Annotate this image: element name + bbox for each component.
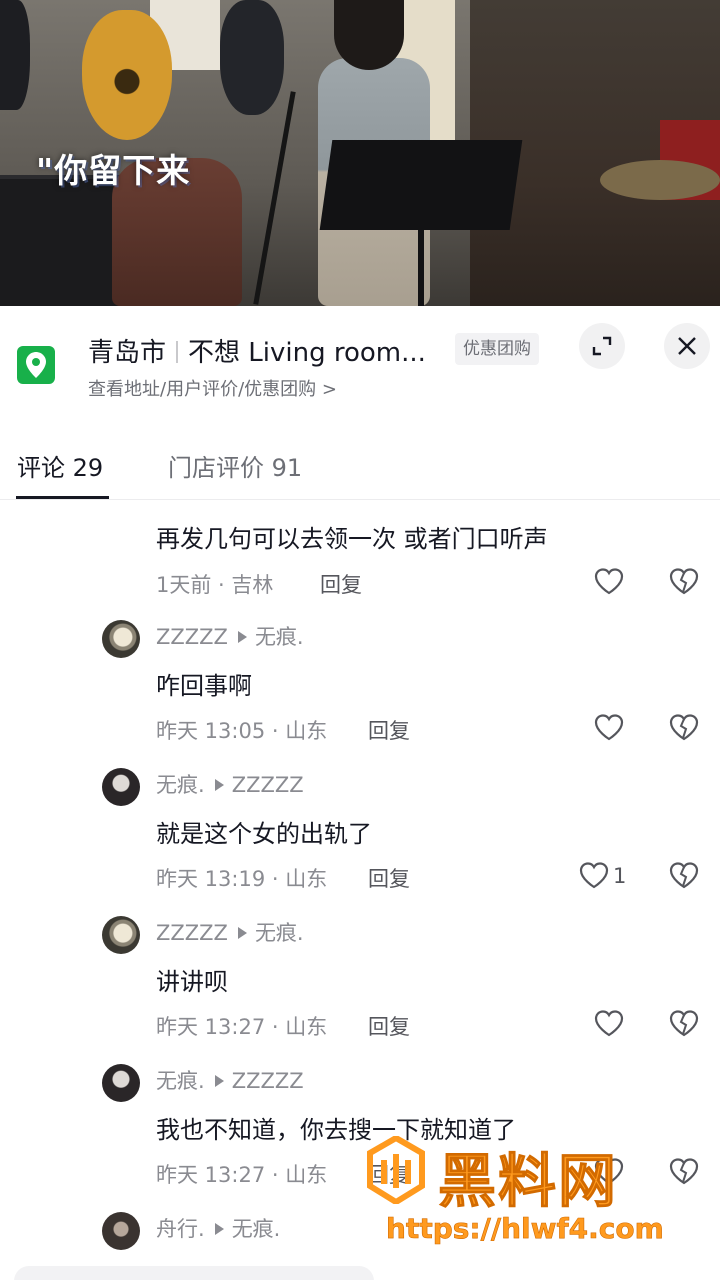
video-player[interactable]: "你留下来	[0, 0, 720, 306]
reply-arrow-icon	[214, 1075, 224, 1087]
broken-heart-icon	[669, 714, 699, 741]
expand-button[interactable]	[579, 323, 625, 369]
author-name: 无痕.	[156, 773, 205, 797]
like-button[interactable]	[593, 1008, 653, 1042]
comment-author[interactable]: 无痕. ZZZZZ	[156, 1065, 304, 1095]
avatar[interactable]	[102, 1064, 140, 1102]
watermark-name: 黑料网	[437, 1147, 619, 1216]
poi-subtitle-link[interactable]: 查看地址/用户评价/优惠团购 >	[88, 375, 337, 401]
location-pin-icon	[17, 346, 55, 384]
broken-heart-icon	[669, 1010, 699, 1037]
heart-icon	[594, 714, 624, 741]
comment-author[interactable]: 舟行. 无痕.	[156, 1213, 280, 1243]
avatar[interactable]	[102, 620, 140, 658]
comment-meta: 昨天 13:05 · 山东	[156, 719, 328, 743]
tab-comments[interactable]: 评论 29	[17, 448, 103, 483]
comment-meta: 1天前 · 吉林	[156, 573, 274, 597]
heart-icon	[594, 1010, 624, 1037]
heart-icon	[579, 862, 609, 889]
comment-meta: 昨天 13:19 · 山东	[156, 867, 328, 891]
active-tab-indicator	[16, 496, 109, 499]
like-button[interactable]: 1	[578, 860, 638, 894]
poi-title[interactable]: 青岛市 不想 Living room...	[88, 332, 426, 369]
poi-header[interactable]: 青岛市 不想 Living room... 优惠团购 查看地址/用户评价/优惠团购…	[0, 306, 720, 406]
like-count: 1	[613, 864, 627, 888]
heart-icon	[594, 568, 624, 595]
music-stand	[319, 140, 523, 230]
avatar[interactable]	[102, 768, 140, 806]
reply-arrow-icon	[237, 631, 247, 643]
lyric-subtitle: "你留下来	[36, 151, 191, 190]
comment-author[interactable]: ZZZZZ 无痕.	[156, 917, 304, 947]
watermark-url: https://hlwf4.com	[386, 1212, 664, 1246]
tab-bar: 评论 29 门店评价 91	[0, 436, 720, 500]
reply-button[interactable]: 回复	[368, 715, 410, 745]
comment-text: 讲讲呗	[156, 968, 228, 996]
like-button[interactable]	[593, 712, 653, 746]
reply-to-name: ZZZZZ	[231, 773, 304, 797]
bass-guitar	[220, 0, 284, 115]
poi-shop-name: 不想 Living room...	[188, 338, 426, 368]
title-divider	[176, 341, 179, 363]
close-button[interactable]	[664, 323, 710, 369]
reply-to-name: 无痕.	[231, 1217, 281, 1241]
author-name: ZZZZZ	[156, 921, 228, 945]
dislike-button[interactable]	[668, 712, 702, 746]
avatar[interactable]	[102, 916, 140, 954]
author-name: 无痕.	[156, 1069, 205, 1093]
close-icon	[678, 337, 696, 355]
reply-arrow-icon	[214, 779, 224, 791]
comment-text: 咋回事啊	[156, 672, 252, 700]
expand-icon	[592, 336, 612, 356]
comment-text: 再发几句可以去领一次 或者门口听声	[156, 525, 548, 553]
like-button[interactable]	[593, 566, 653, 600]
dislike-button[interactable]	[668, 566, 702, 600]
reply-button[interactable]: 回复	[320, 569, 362, 599]
reply-button[interactable]: 回复	[368, 863, 410, 893]
author-name: 舟行.	[156, 1217, 205, 1241]
reply-button[interactable]: 回复	[368, 1011, 410, 1041]
deal-badge[interactable]: 优惠团购	[455, 333, 539, 365]
comment-meta: 昨天 13:27 · 山东	[156, 1015, 328, 1039]
tab-store-reviews[interactable]: 门店评价 91	[168, 448, 302, 483]
comment-text: 就是这个女的出轨了	[156, 820, 372, 848]
dislike-button[interactable]	[668, 1008, 702, 1042]
reply-arrow-icon	[214, 1223, 224, 1235]
broken-heart-icon	[669, 862, 699, 889]
singer-hair	[334, 0, 404, 70]
reply-to-name: ZZZZZ	[231, 1069, 304, 1093]
comment-author[interactable]: 无痕. ZZZZZ	[156, 769, 304, 799]
watermark: 黑料网 https://hlwf4.com	[366, 1134, 690, 1252]
comment-author[interactable]: ZZZZZ 无痕.	[156, 621, 304, 651]
comment-input-bar[interactable]	[14, 1266, 374, 1280]
comment-meta: 昨天 13:27 · 山东	[156, 1163, 328, 1187]
watermark-logo-icon	[366, 1134, 426, 1206]
reply-to-name: 无痕.	[254, 625, 304, 649]
author-name: ZZZZZ	[156, 625, 228, 649]
reply-arrow-icon	[237, 927, 247, 939]
guitar-left	[0, 0, 30, 110]
broken-heart-icon	[669, 568, 699, 595]
avatar[interactable]	[102, 1212, 140, 1250]
acoustic-guitar	[82, 10, 172, 140]
poi-city: 青岛市	[88, 338, 167, 368]
dislike-button[interactable]	[668, 860, 702, 894]
reply-to-name: 无痕.	[254, 921, 304, 945]
cymbal	[600, 160, 720, 200]
music-stand-pole	[418, 225, 424, 306]
